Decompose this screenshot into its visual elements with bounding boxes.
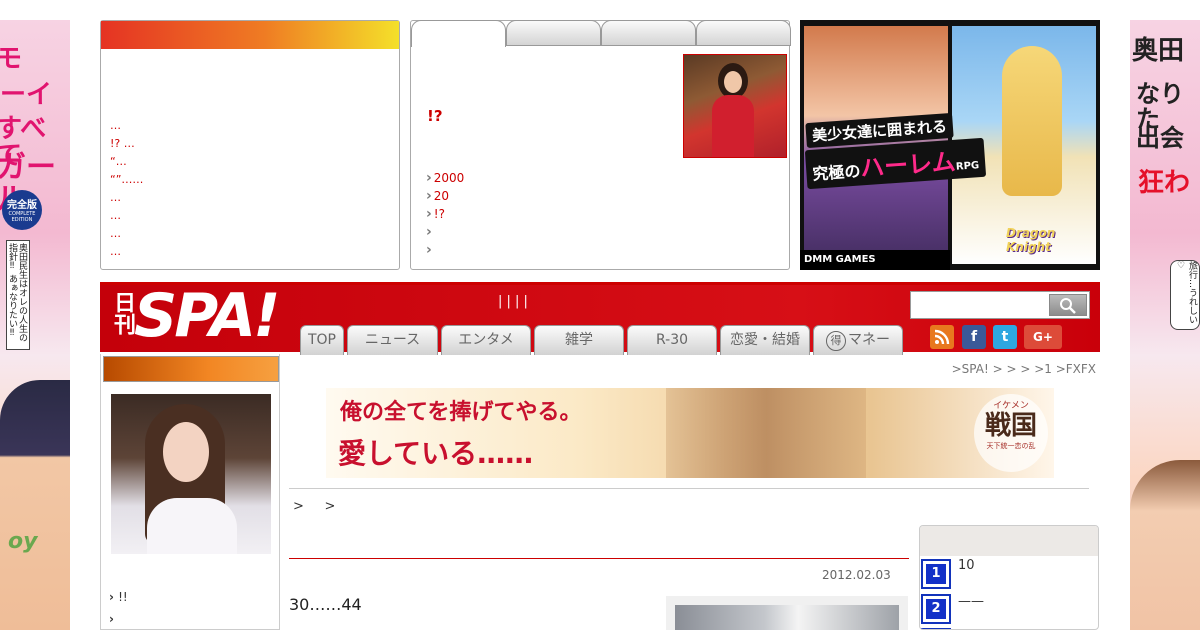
sidebar-link[interactable]: › !! xyxy=(109,586,128,608)
game-ad-title: Dragon Knight xyxy=(1006,226,1056,254)
chevron-right-icon: › xyxy=(109,590,119,604)
top-left-link[interactable]: … xyxy=(110,189,143,207)
site-logo[interactable]: 日刊 SPA! xyxy=(100,281,290,355)
top-left-link[interactable]: … xyxy=(110,117,143,135)
center-link[interactable]: 20 xyxy=(426,187,464,205)
top-left-link[interactable]: “… xyxy=(110,153,143,171)
panel-tab-4[interactable] xyxy=(696,20,791,46)
nav-tab-r30[interactable]: R-30 xyxy=(627,325,717,355)
featured-photo[interactable] xyxy=(683,54,787,158)
header-center-links[interactable]: | | | | xyxy=(498,294,528,309)
search-button[interactable] xyxy=(1049,294,1087,316)
right-side-banner[interactable]: 奥田 なりた 出会 狂わ 旅行…うれしい♡ xyxy=(1130,20,1200,630)
side-right-person xyxy=(1130,460,1200,630)
center-link[interactable]: !? xyxy=(426,205,464,223)
ad-text-line-1: 俺の全てを捧げてやる。 xyxy=(340,400,582,425)
sidebar-link[interactable]: › xyxy=(109,608,128,630)
nav-tab-entame[interactable]: エンタメ xyxy=(441,325,531,355)
logo-main-text: SPA! xyxy=(134,281,280,351)
ranking-header xyxy=(920,526,1098,556)
top-left-link[interactable]: … xyxy=(110,207,143,225)
title-divider xyxy=(289,558,909,559)
article-photo[interactable] xyxy=(675,605,899,630)
top-breadcrumb[interactable]: >SPA! > > > >1 >FXFX xyxy=(952,362,1096,376)
panel-tab-3[interactable] xyxy=(601,20,696,46)
sidebar-header-bar xyxy=(103,356,279,382)
photo-face xyxy=(724,71,742,93)
ranking-box: 1 10 2 —— xyxy=(919,525,1099,630)
nav-tab-money-label: マネー xyxy=(848,332,890,348)
center-link[interactable] xyxy=(426,223,464,241)
panel-header-bar xyxy=(101,21,399,49)
side-right-speech: 旅行…うれしい♡ xyxy=(1170,260,1200,330)
money-icon: 得 xyxy=(826,331,846,351)
nav-tab-money[interactable]: 得マネー xyxy=(813,325,903,355)
search-icon xyxy=(1060,298,1076,314)
side-left-person xyxy=(0,380,70,630)
chevron-right-icon: › xyxy=(109,612,114,626)
ad-characters-art xyxy=(666,388,866,478)
game-ad-character xyxy=(1002,46,1062,196)
sidebar-photo-face xyxy=(163,422,209,482)
photo-dress xyxy=(712,95,754,157)
gplus-icon[interactable]: G+ xyxy=(1024,325,1062,349)
side-right-text-1: 奥田 xyxy=(1132,36,1185,66)
center-link[interactable]: 2000 xyxy=(426,169,465,187)
ad-game-logo: イケメン 戦国 天下統一恋の乱 xyxy=(974,394,1048,472)
panel-tab-2[interactable] xyxy=(506,20,601,46)
rank-badge-2: 2 xyxy=(921,594,951,624)
top-left-link[interactable]: … xyxy=(110,225,143,243)
side-left-text-1: モ xyxy=(0,44,23,74)
sidebar-photo-top xyxy=(147,498,237,554)
ad-text-line-2: 愛している…… xyxy=(338,437,534,470)
article-date: 2012.02.03 xyxy=(822,568,891,582)
top-left-link-list: …!? … “… “”…… ………… xyxy=(110,117,143,261)
top-left-link[interactable]: !? … xyxy=(110,135,143,153)
article-breadcrumb[interactable]: > > xyxy=(293,499,335,514)
sidebar-link-label: !! xyxy=(118,590,128,604)
side-left-text-2: ーイ xyxy=(0,80,53,110)
nav-tab-zatsugaku[interactable]: 雑学 xyxy=(534,325,624,355)
center-link-list: 200020!? xyxy=(426,169,465,259)
featured-headline[interactable]: !? xyxy=(427,107,443,125)
divider xyxy=(289,488,1089,489)
nav-tab-news[interactable]: ニュース xyxy=(347,325,438,355)
complete-edition-badge: 完全版 COMPLETE EDITION xyxy=(2,190,42,230)
nav-tab-renai[interactable]: 恋愛・結婚 xyxy=(720,325,810,355)
top-left-link[interactable]: … xyxy=(110,243,143,261)
side-left-quote: 奥田民生はオレの人生の指針‼ あぁなりたい‼ xyxy=(6,240,30,350)
sidebar-link-list: › !! › xyxy=(109,586,128,630)
side-right-text-4: 狂わ xyxy=(1138,168,1191,198)
game-ad-brand: DMM GAMES xyxy=(800,250,950,270)
side-right-text-3: 出会 xyxy=(1136,124,1184,152)
search-input[interactable] xyxy=(910,291,1090,319)
top-center-panel: !? 200020!? xyxy=(410,20,791,270)
rss-icon[interactable] xyxy=(930,325,954,349)
center-link[interactable] xyxy=(426,241,464,259)
otome-game-ad-banner[interactable]: 俺の全てを捧げてやる。 愛している…… イケメン 戦国 天下統一恋の乱 xyxy=(326,388,1054,478)
twitter-icon[interactable]: t xyxy=(993,325,1017,349)
sidebar-photo[interactable] xyxy=(111,394,271,554)
left-sidebar: › !! › xyxy=(100,354,280,630)
game-ad-banner[interactable]: 美少女達に囲まれる 究極のハーレムRPG Dragon Knight DMM G… xyxy=(800,20,1100,270)
article-title: 30……44 xyxy=(289,595,362,614)
panel-tab-1[interactable] xyxy=(411,20,506,47)
rank-item-2[interactable]: —— xyxy=(958,594,984,609)
logo-small-text: 日刊 xyxy=(110,291,135,335)
left-side-banner[interactable]: モ ーイ すべて ガール 完全版 COMPLETE EDITION 奥田民生はオ… xyxy=(0,20,70,630)
rank-item-1[interactable]: 10 xyxy=(958,558,975,573)
article-photo-frame xyxy=(666,596,908,630)
facebook-icon[interactable]: f xyxy=(962,325,986,349)
side-left-bottom-text: oy xyxy=(8,529,38,554)
nav-tab-top[interactable]: TOP xyxy=(300,325,344,355)
top-left-panel: …!? … “… “”…… ………… xyxy=(100,20,400,270)
panel-tabs xyxy=(411,20,791,47)
top-left-link[interactable]: “”…… xyxy=(110,171,143,189)
site-header: 日刊 SPA! | | | | TOP ニュース エンタメ 雑学 R-30 恋愛… xyxy=(100,281,1100,355)
rank-badge-1: 1 xyxy=(921,559,951,589)
